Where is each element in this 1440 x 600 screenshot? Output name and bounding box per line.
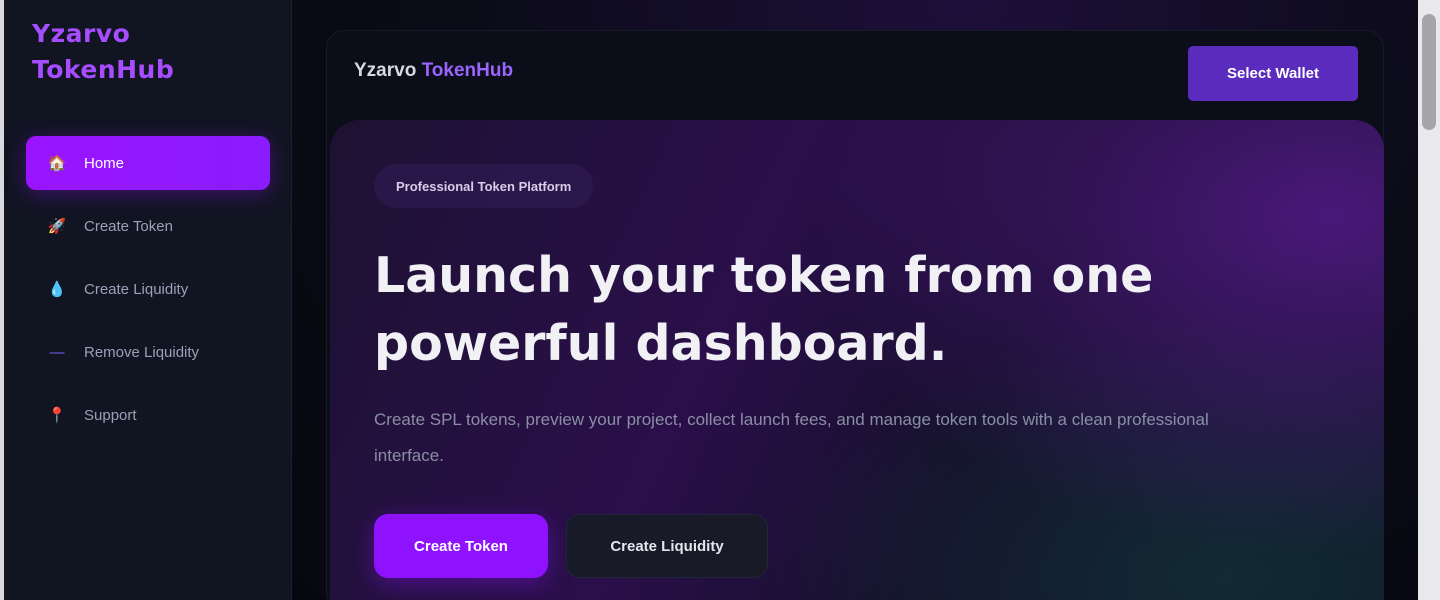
create-token-button[interactable]: Create Token: [374, 514, 548, 578]
scrollbar-thumb[interactable]: [1422, 14, 1436, 130]
scrollbar[interactable]: [1418, 0, 1440, 600]
hero-headline-line1: Launch your token from one: [374, 247, 1154, 304]
platform-badge: Professional Token Platform: [374, 164, 594, 208]
app-window: Yzarvo TokenHub 🏠 Home 🚀 Create Token 💧 …: [0, 0, 1440, 600]
minus-icon: —: [49, 343, 65, 361]
sidebar-nav: 🏠 Home 🚀 Create Token 💧 Create Liquidity…: [26, 136, 270, 451]
create-liquidity-button[interactable]: Create Liquidity: [566, 514, 768, 578]
pin-icon: 📍: [47, 407, 67, 424]
hero-card: Professional Token Platform Launch your …: [330, 120, 1384, 600]
sidebar-item-create-token[interactable]: 🚀 Create Token: [26, 199, 270, 253]
sidebar-item-label: Support: [84, 406, 137, 424]
rocket-icon: 🚀: [47, 218, 67, 235]
sidebar: Yzarvo TokenHub 🏠 Home 🚀 Create Token 💧 …: [4, 0, 292, 600]
sidebar-item-label: Create Token: [84, 217, 173, 235]
topbar-title-accent: TokenHub: [421, 60, 514, 81]
hero-headline-line2: powerful dashboard.: [374, 315, 948, 372]
select-wallet-button[interactable]: Select Wallet: [1188, 46, 1358, 101]
sidebar-item-support[interactable]: 📍 Support: [26, 388, 270, 442]
house-icon: 🏠: [47, 155, 67, 172]
sidebar-item-label: Create Liquidity: [84, 280, 189, 298]
brand-logo[interactable]: Yzarvo TokenHub: [32, 16, 232, 88]
sidebar-item-create-liquidity[interactable]: 💧 Create Liquidity: [26, 262, 270, 316]
topbar-title: Yzarvo TokenHub: [354, 60, 513, 82]
sidebar-item-label: Home: [84, 154, 125, 172]
topbar-title-main: Yzarvo: [354, 60, 417, 81]
hero-headline: Launch your token from one powerful dash…: [374, 242, 1274, 378]
sidebar-item-home[interactable]: 🏠 Home: [26, 136, 270, 190]
hero-subtitle: Create SPL tokens, preview your project,…: [374, 410, 1209, 465]
main-content: Yzarvo TokenHub Select Wallet Profession…: [292, 0, 1418, 600]
sidebar-item-remove-liquidity[interactable]: — Remove Liquidity: [26, 325, 270, 379]
droplet-icon: 💧: [47, 281, 67, 298]
sidebar-item-label: Remove Liquidity: [84, 343, 200, 361]
